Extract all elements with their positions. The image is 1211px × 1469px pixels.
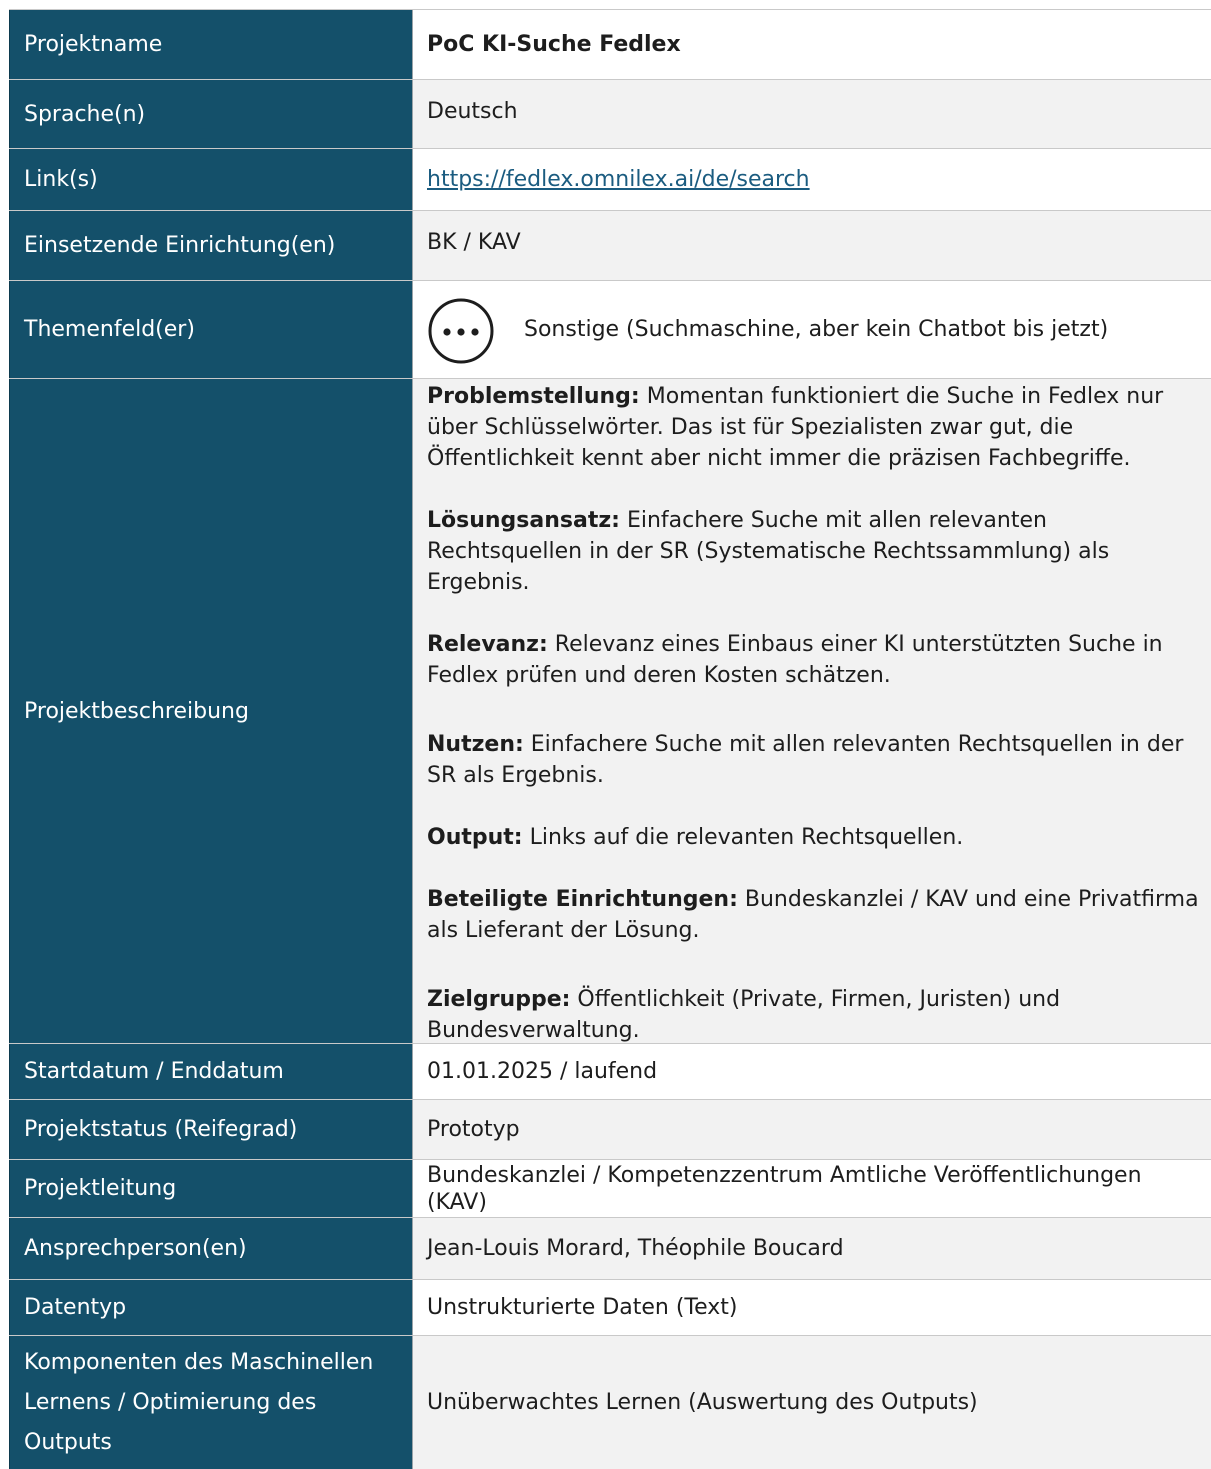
row-datentyp: Datentyp Unstrukturierte Daten (Text) [9, 1279, 1211, 1335]
section-problemstellung: Problemstellung: Momentan funktioniert d… [427, 381, 1207, 474]
section-text: Links auf die relevanten Rechtsquellen. [522, 825, 964, 850]
section-heading: Zielgruppe: [427, 987, 571, 1012]
section-text: Einfachere Suche mit allen relevanten Re… [427, 732, 1184, 788]
section-zielgruppe: Zielgruppe: Öffentlichkeit (Private, Fir… [427, 984, 1207, 1046]
value-projektname: PoC KI-Suche Fedlex [412, 10, 1211, 79]
value-beschreibung: Problemstellung: Momentan funktioniert d… [412, 379, 1211, 1043]
value-sprache: Deutsch [412, 80, 1211, 148]
label-links: Link(s) [9, 149, 412, 210]
section-heading: Problemstellung: [427, 384, 640, 409]
value-ansprech: Jean-Louis Morard, Théophile Boucard [412, 1218, 1211, 1279]
row-themenfeld: Themenfeld(er) Sonstige (Suchmaschine, a… [9, 280, 1211, 378]
row-ansprech: Ansprechperson(en) Jean-Louis Morard, Th… [9, 1217, 1211, 1279]
label-leitung: Projektleitung [9, 1160, 412, 1217]
value-themenfeld: Sonstige (Suchmaschine, aber kein Chatbo… [412, 281, 1211, 378]
row-status: Projektstatus (Reifegrad) Prototyp [9, 1099, 1211, 1159]
label-ml: Komponenten des Maschinellen Lernens / O… [24, 1349, 374, 1455]
value-datentyp: Unstrukturierte Daten (Text) [412, 1280, 1211, 1335]
label-ansprech: Ansprechperson(en) [9, 1218, 412, 1279]
project-sheet: Projektname PoC KI-Suche Fedlex Sprache(… [9, 9, 1211, 1469]
label-datum: Startdatum / Enddatum [9, 1044, 412, 1099]
label-datentyp: Datentyp [9, 1280, 412, 1335]
value-links: https://fedlex.omnilex.ai/de/search [412, 149, 1211, 210]
value-status: Prototyp [412, 1100, 1211, 1159]
label-sprache: Sprache(n) [9, 80, 412, 148]
section-output: Output: Links auf die relevanten Rechtsq… [427, 822, 1207, 853]
section-nutzen: Nutzen: Einfachere Suche mit allen relev… [427, 729, 1207, 791]
label-beschreibung: Projektbeschreibung [9, 379, 412, 1043]
row-datum: Startdatum / Enddatum 01.01.2025 / laufe… [9, 1043, 1211, 1099]
label-status: Projektstatus (Reifegrad) [9, 1100, 412, 1159]
label-einrichtung: Einsetzende Einrichtung(en) [9, 211, 412, 280]
value-leitung: Bundeskanzlei / Kompetenzzentrum Amtlich… [412, 1160, 1211, 1217]
section-heading: Beteiligte Einrichtungen: [427, 887, 738, 912]
row-sprache: Sprache(n) Deutsch [9, 79, 1211, 148]
themenfeld-text: Sonstige (Suchmaschine, aber kein Chatbo… [524, 317, 1109, 342]
section-heading: Output: [427, 825, 523, 850]
label-ml-wrap: Komponenten des Maschinellen Lernens / O… [9, 1336, 412, 1469]
label-themenfeld: Themenfeld(er) [9, 281, 412, 378]
row-einrichtung: Einsetzende Einrichtung(en) BK / KAV [9, 210, 1211, 280]
row-projektname: Projektname PoC KI-Suche Fedlex [9, 9, 1211, 79]
value-datum: 01.01.2025 / laufend [412, 1044, 1211, 1099]
section-loesungsansatz: Lösungsansatz: Einfachere Suche mit alle… [427, 505, 1207, 598]
row-leitung: Projektleitung Bundeskanzlei / Kompetenz… [9, 1159, 1211, 1217]
row-links: Link(s) https://fedlex.omnilex.ai/de/sea… [9, 148, 1211, 210]
more-options-icon [428, 298, 494, 363]
section-heading: Lösungsansatz: [427, 508, 620, 533]
label-projektname: Projektname [9, 10, 412, 79]
row-ml: Komponenten des Maschinellen Lernens / O… [9, 1335, 1211, 1469]
fedlex-search-link[interactable]: https://fedlex.omnilex.ai/de/search [427, 167, 810, 192]
section-heading: Relevanz: [427, 632, 548, 657]
value-einrichtung: BK / KAV [412, 211, 1211, 280]
section-relevanz: Relevanz: Relevanz eines Einbaus einer K… [427, 629, 1207, 691]
section-heading: Nutzen: [427, 732, 524, 757]
section-beteiligte: Beteiligte Einrichtungen: Bundeskanzlei … [427, 884, 1207, 946]
value-ml: Unüberwachtes Lernen (Auswertung des Out… [412, 1336, 1211, 1469]
row-beschreibung: Projektbeschreibung Problemstellung: Mom… [9, 378, 1211, 1043]
